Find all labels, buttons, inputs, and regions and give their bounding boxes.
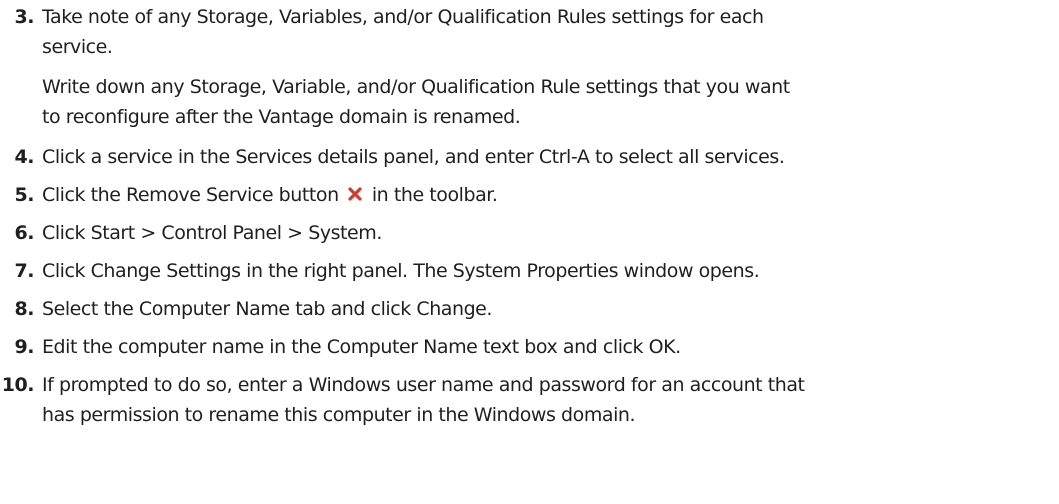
step-text: Click a service in the Services details …	[42, 146, 785, 168]
step-text-line-2: has permission to rename this computer i…	[42, 404, 636, 426]
step-number: 6.	[14, 222, 34, 244]
step-text-line-1: Take note of any Storage, Variables, and…	[42, 6, 764, 28]
step-number: 10.	[1, 374, 35, 396]
remove-service-icon	[348, 187, 362, 201]
step-text-line-2: service.	[42, 36, 113, 58]
step-text: Click Start > Control Panel > System.	[42, 222, 382, 244]
step-text-line-1: If prompted to do so, enter a Windows us…	[42, 374, 805, 396]
step-text: Click Change Settings in the right panel…	[42, 260, 760, 282]
step-number: 3.	[14, 6, 34, 28]
note-line-1: Write down any Storage, Variable, and/or…	[42, 76, 790, 98]
step-number: 4.	[14, 146, 34, 168]
step-text: Click the Remove Service button in the t…	[42, 180, 498, 210]
step-text: If prompted to do so, enter a Windows us…	[42, 370, 805, 430]
step-text-after-icon: in the toolbar.	[371, 184, 498, 206]
step-text-before-icon: Click the Remove Service button	[42, 184, 339, 206]
step-text: Edit the computer name in the Computer N…	[42, 336, 681, 358]
note-line-2: to reconfigure after the Vantage domain …	[42, 106, 521, 128]
step-number: 8.	[14, 298, 34, 320]
step-number: 5.	[14, 184, 34, 206]
step-note: Write down any Storage, Variable, and/or…	[42, 72, 790, 132]
step-text: Select the Computer Name tab and click C…	[42, 298, 493, 320]
instruction-steps: 3. Take note of any Storage, Variables, …	[0, 0, 1059, 504]
step-number: 9.	[14, 336, 34, 358]
step-number: 7.	[14, 260, 34, 282]
step-text: Take note of any Storage, Variables, and…	[42, 2, 764, 62]
